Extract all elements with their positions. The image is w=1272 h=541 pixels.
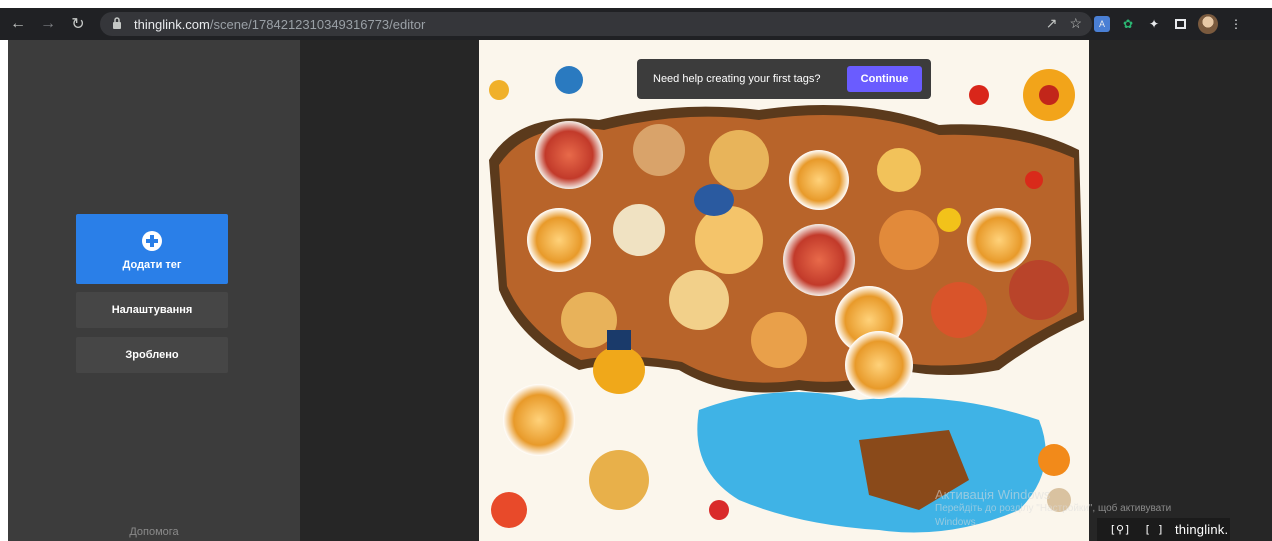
tooltip-text: Need help creating your first tags? xyxy=(653,73,821,85)
reload-icon[interactable]: ↻ xyxy=(66,12,90,36)
back-icon[interactable]: ← xyxy=(6,12,30,36)
watermark-title: Активація Windows xyxy=(935,487,1051,502)
extensions-icon[interactable]: ✦ xyxy=(1146,16,1162,32)
lock-icon xyxy=(112,17,126,31)
continue-button[interactable]: Continue xyxy=(847,66,922,92)
translate-extension-icon[interactable]: A xyxy=(1094,16,1110,32)
share-icon[interactable]: ↗ xyxy=(1046,15,1058,32)
add-tag-button[interactable]: Додати тег xyxy=(76,214,228,284)
add-tag-label: Додати тег xyxy=(122,259,182,271)
forward-icon[interactable]: → xyxy=(36,12,60,36)
done-button[interactable]: Зроблено xyxy=(76,337,228,373)
sidepanel-icon[interactable] xyxy=(1172,16,1188,32)
help-link[interactable]: Допомога xyxy=(8,526,300,538)
settings-button[interactable]: Налаштування xyxy=(76,292,228,328)
url-text: thinglink.com/scene/1784212310349316773/… xyxy=(134,16,426,32)
zoom-icon[interactable]: [⚲] xyxy=(1109,522,1131,538)
menu-icon[interactable]: ⋮ xyxy=(1228,16,1244,32)
scene-illustration xyxy=(489,66,1084,533)
watermark-line2: Перейдіть до розділу "Настройки", щоб ак… xyxy=(935,503,1172,514)
editor-sidebar: Додати тег Налаштування Зроблено Допомог… xyxy=(8,40,300,541)
address-bar[interactable]: thinglink.com/scene/1784212310349316773/… xyxy=(100,12,1092,36)
help-tooltip: Need help creating your first tags? Cont… xyxy=(637,59,931,99)
extensions-bar: A ✿ ✦ ⋮ xyxy=(1094,12,1244,36)
fullscreen-icon[interactable]: [ ] xyxy=(1143,522,1165,538)
plus-circle-icon xyxy=(142,231,162,251)
browser-toolbar: ← → ↻ thinglink.com/scene/17842123103493… xyxy=(0,8,1272,40)
viewer-toolbar: [⚲] [ ] thinglink. xyxy=(1097,518,1230,541)
thinglink-logo[interactable]: thinglink. xyxy=(1175,522,1228,537)
settings-label: Налаштування xyxy=(111,304,193,316)
scene-image[interactable] xyxy=(479,40,1089,541)
star-icon[interactable]: ☆ xyxy=(1069,15,1082,32)
profile-avatar[interactable] xyxy=(1198,14,1218,34)
leaf-extension-icon[interactable]: ✿ xyxy=(1120,16,1136,32)
done-label: Зроблено xyxy=(125,349,179,361)
